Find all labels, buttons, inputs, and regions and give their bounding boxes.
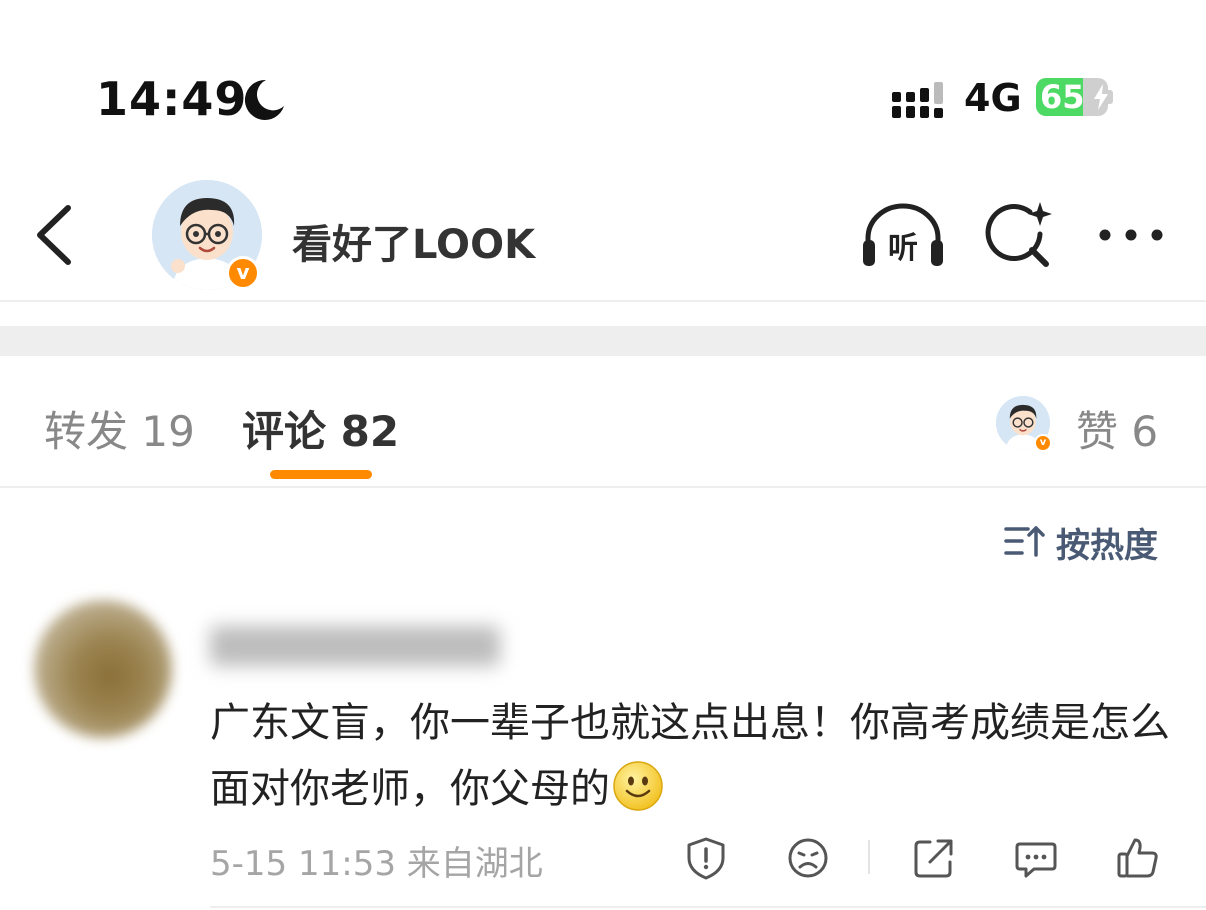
charging-bolt-icon <box>1094 84 1108 110</box>
listen-glyph: 听 <box>888 231 918 266</box>
chevron-left-icon[interactable] <box>30 202 78 268</box>
signal-icon <box>892 82 943 118</box>
smile-emoji-icon <box>613 761 663 811</box>
like-icon[interactable] <box>1116 836 1160 880</box>
comment-meta: 5-15 11:53 来自湖北 <box>210 844 543 884</box>
tab-likes[interactable]: 赞 6 <box>1076 398 1158 459</box>
commenter-name-blurred[interactable] <box>210 622 510 670</box>
tabs-divider <box>0 486 1206 488</box>
battery-indicator: 65 <box>1036 78 1113 116</box>
page-title[interactable]: 看好了LOOK <box>292 212 535 270</box>
section-separator <box>0 326 1206 356</box>
report-icon[interactable] <box>684 836 728 880</box>
search-sparkle-icon[interactable] <box>982 198 1054 270</box>
moon-icon <box>244 79 284 120</box>
verified-badge-icon: v <box>1034 434 1052 452</box>
reply-icon[interactable] <box>1014 836 1058 880</box>
tab-comment[interactable]: 评论 82 <box>242 398 399 459</box>
active-tab-indicator <box>270 470 372 479</box>
commenter-avatar[interactable] <box>34 600 172 738</box>
tab-repost[interactable]: 转发 19 <box>44 398 195 459</box>
verified-badge-icon: v <box>226 256 260 290</box>
comment-text: 广东文盲，你一辈子也就这点出息！你高考成绩是怎么面对你老师，你父母的 <box>210 700 1170 812</box>
more-icon[interactable] <box>1098 224 1164 246</box>
header-divider <box>0 300 1206 302</box>
share-icon[interactable] <box>912 836 956 880</box>
status-time: 14:49 <box>96 72 248 126</box>
action-divider <box>868 840 870 874</box>
network-type: 4G <box>964 76 1022 120</box>
listen-icon[interactable]: 听 <box>860 200 946 270</box>
sort-icon[interactable] <box>1004 524 1046 558</box>
comment-body[interactable]: 广东文盲，你一辈子也就这点出息！你高考成绩是怎么面对你老师，你父母的 <box>210 690 1170 822</box>
comment-divider <box>210 906 1206 908</box>
dislike-icon[interactable] <box>786 836 830 880</box>
sort-by-hot[interactable]: 按热度 <box>1056 518 1158 567</box>
